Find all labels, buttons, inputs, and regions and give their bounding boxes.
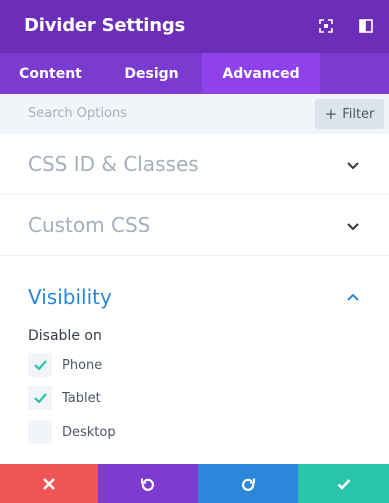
- search-options-input[interactable]: Search Options: [28, 106, 127, 121]
- cancel-button[interactable]: [0, 464, 98, 503]
- chevron-up-icon[interactable]: [347, 291, 359, 303]
- fullscreen-icon[interactable]: [317, 17, 335, 35]
- disable-desktop-option[interactable]: Desktop: [28, 420, 116, 444]
- desktop-label: Desktop: [62, 424, 116, 440]
- chevron-down-icon[interactable]: [347, 221, 359, 233]
- tablet-checkbox[interactable]: [28, 386, 52, 410]
- tab-advanced[interactable]: Advanced: [202, 53, 320, 94]
- disable-on-label: Disable on: [28, 328, 102, 344]
- tab-content[interactable]: Content: [0, 53, 101, 94]
- section-css-id-classes[interactable]: CSS ID & Classes: [0, 134, 389, 195]
- settings-tabs: Content Design Advanced: [0, 53, 389, 94]
- plus-icon: +: [324, 105, 338, 123]
- section-title: Custom CSS: [28, 213, 151, 237]
- redo-icon: [242, 478, 255, 491]
- section-custom-css[interactable]: Custom CSS: [0, 195, 389, 256]
- filter-button[interactable]: + Filter: [315, 99, 384, 129]
- phone-checkbox[interactable]: [28, 353, 52, 377]
- disable-tablet-option[interactable]: Tablet: [28, 386, 101, 410]
- undo-icon: [141, 478, 154, 491]
- undo-button[interactable]: [98, 464, 198, 503]
- modal-title: Divider Settings: [24, 15, 186, 36]
- section-title: Visibility: [28, 285, 112, 309]
- cancel-icon: [43, 477, 55, 490]
- chevron-down-icon[interactable]: [347, 160, 359, 172]
- disable-phone-option[interactable]: Phone: [28, 353, 102, 377]
- redo-button[interactable]: [198, 464, 298, 503]
- tablet-label: Tablet: [62, 390, 101, 406]
- tab-design[interactable]: Design: [101, 53, 202, 94]
- save-icon: [337, 478, 350, 490]
- save-button[interactable]: [298, 464, 389, 503]
- check-icon: [33, 360, 47, 370]
- phone-label: Phone: [62, 357, 103, 373]
- sidebar-toggle-icon[interactable]: [357, 17, 375, 35]
- search-bar: Search Options + Filter: [0, 94, 389, 134]
- modal-footer: [0, 464, 389, 503]
- check-icon: [33, 393, 47, 403]
- filter-label: Filter: [342, 106, 375, 122]
- modal-header: Divider Settings: [0, 0, 389, 53]
- section-title: CSS ID & Classes: [28, 152, 199, 176]
- desktop-checkbox[interactable]: [28, 420, 52, 444]
